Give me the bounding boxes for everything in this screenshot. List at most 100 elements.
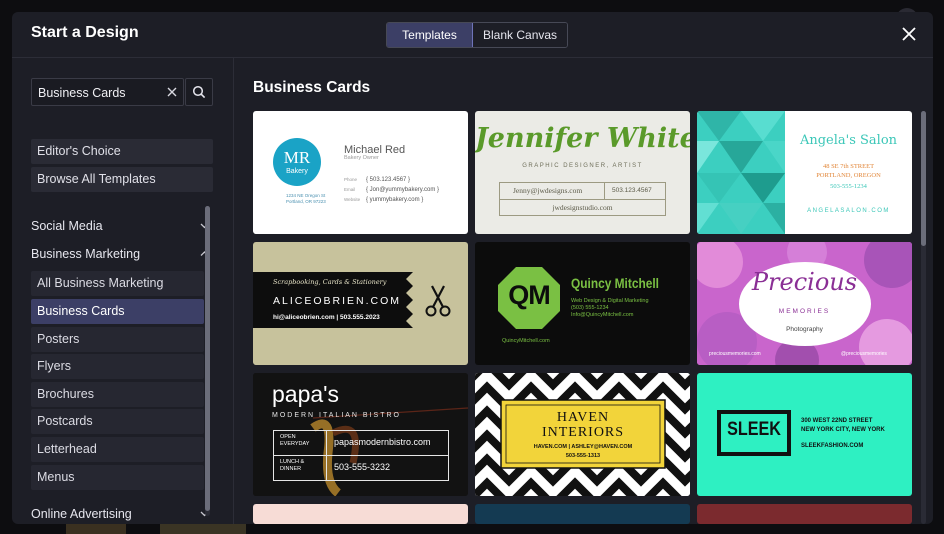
- mr-phone: { 503.123.4567 }: [366, 177, 411, 183]
- precious-website: preciousmemories.com: [709, 351, 761, 357]
- mr-logo-sub: Bakery: [286, 168, 308, 175]
- template-card-jennifer-white[interactable]: Jennifer White GRAPHIC DESIGNER, ARTIST …: [475, 111, 690, 234]
- sidebar-scrollbar[interactable]: [205, 206, 210, 516]
- qm-website: QuincyMitchell.com: [502, 338, 550, 344]
- start-design-dialog: Start a Design Templates Blank Canvas Ed…: [12, 12, 933, 524]
- search-input[interactable]: [38, 83, 156, 103]
- salon-city: PORTLAND, OREGON: [816, 172, 881, 179]
- search-button[interactable]: [185, 78, 213, 106]
- template-card-quincy-mitchell[interactable]: QM Quincy Mitchell Web Design & Digital …: [475, 242, 690, 365]
- dialog-header: Start a Design Templates Blank Canvas: [12, 12, 933, 58]
- haven-contact: HAVEN.COM | ASHLEY@HAVEN.COM: [533, 444, 633, 450]
- mr-website: { yummybakery.com }: [366, 197, 424, 203]
- papas-subtitle: MODERN ITALIAN BISTRO: [272, 412, 401, 419]
- template-gallery: Business Cards MR Bakery 1234 NE Oregon …: [234, 58, 933, 524]
- subcategory-flyers[interactable]: Flyers: [31, 354, 204, 379]
- alice-contact: hi@aliceobrien.com | 503.555.2023: [273, 314, 380, 321]
- tab-blank-canvas[interactable]: Blank Canvas: [473, 23, 568, 47]
- clear-search-icon[interactable]: [167, 84, 177, 100]
- category-label: Social Media: [31, 219, 103, 233]
- template-card-papas[interactable]: papa's MODERN ITALIAN BISTRO OPEN EVERYD…: [253, 373, 468, 496]
- qm-email: Info@QuincyMitchell.com: [571, 312, 634, 318]
- jw-divider: [604, 182, 605, 199]
- template-card-angelas-salon[interactable]: Angela's Salon 48 SE 7th STREET PORTLAND…: [697, 111, 912, 234]
- subcategory-all-business-marketing[interactable]: All Business Marketing: [31, 271, 204, 296]
- category-online-advertising[interactable]: Online Advertising: [31, 503, 209, 524]
- gallery-scroll-thumb[interactable]: [921, 111, 926, 246]
- sidebar-scroll-thumb[interactable]: [205, 206, 210, 511]
- category-business-marketing[interactable]: Business Marketing: [31, 243, 209, 265]
- salon-website: ANGELASALON.COM: [807, 208, 890, 214]
- mr-role: Bakery Owner: [344, 155, 379, 161]
- subcategory-posters[interactable]: Posters: [31, 327, 204, 352]
- papas-divider: [273, 455, 449, 456]
- gallery-scrollbar[interactable]: [921, 111, 926, 524]
- qm-name: Quincy Mitchell: [571, 275, 659, 291]
- mr-phone-label: Phone: [344, 177, 358, 182]
- papas-hours-2: LUNCH & DINNER: [280, 459, 305, 472]
- subcategory-business-cards[interactable]: Business Cards: [31, 299, 204, 324]
- sleek-logo-text: SLEEK: [727, 419, 781, 440]
- template-card-partial[interactable]: [697, 504, 912, 524]
- papas-hours-1: OPEN EVERYDAY: [280, 434, 310, 447]
- papas-website: papasmodernbistro.com: [334, 437, 431, 447]
- mr-email: { Jon@yummybakery.com }: [366, 187, 440, 193]
- category-social-media[interactable]: Social Media: [31, 215, 209, 237]
- category-label: Business Marketing: [31, 247, 141, 261]
- section-title: Business Cards: [253, 79, 371, 96]
- subcategory-menus[interactable]: Menus: [31, 465, 204, 490]
- haven-line-2: INTERIORS: [541, 425, 625, 440]
- papas-phone: 503-555-3232: [334, 462, 391, 472]
- salon-name: Angela's Salon: [799, 133, 898, 148]
- editors-choice-link[interactable]: Editor's Choice: [31, 139, 213, 164]
- precious-floral-background: [697, 242, 912, 365]
- precious-social: @preciousmemories: [841, 351, 887, 357]
- jw-divider: [499, 199, 666, 200]
- search-field: [31, 78, 184, 106]
- qm-phone: (503) 555-1234: [571, 305, 609, 311]
- haven-line-1: HAVEN: [556, 410, 610, 425]
- salon-street: 48 SE 7th STREET: [822, 163, 875, 170]
- mode-switch: Templates Blank Canvas: [386, 22, 569, 48]
- papas-divider: [326, 430, 327, 481]
- template-sidebar: Editor's Choice Browse All Templates Soc…: [12, 58, 234, 524]
- subcategory-brochures[interactable]: Brochures: [31, 382, 204, 407]
- template-card-precious-memories[interactable]: Precious MEMORIES Photography preciousme…: [697, 242, 912, 365]
- mr-email-label: Email: [344, 187, 356, 192]
- jw-email: Jenny@jwdesigns.com: [513, 186, 583, 195]
- salon-geometric-pattern: [697, 111, 785, 234]
- subcategory-letterhead[interactable]: Letterhead: [31, 437, 204, 462]
- jw-website: jwdesignstudio.com: [552, 203, 613, 212]
- jw-phone: 503.123.4567: [612, 187, 652, 194]
- papas-name: papa's: [272, 381, 340, 407]
- sleek-website: SLEEKFASHION.COM: [801, 443, 864, 449]
- template-card-alice-obrien[interactable]: Scrapbooking, Cards & Stationery ALICEOB…: [253, 242, 468, 365]
- dialog-title: Start a Design: [31, 24, 139, 41]
- browse-all-templates-link[interactable]: Browse All Templates: [31, 167, 213, 192]
- salon-phone: 503-555-1234: [830, 183, 867, 190]
- alice-tagline: Scrapbooking, Cards & Stationery: [273, 278, 387, 286]
- close-icon[interactable]: [899, 24, 919, 44]
- alice-ribbon-edge: [401, 272, 413, 328]
- jw-role: GRAPHIC DESIGNER, ARTIST: [522, 163, 643, 169]
- qm-role: Web Design & Digital Marketing: [571, 298, 649, 304]
- alice-website: ALICEOBRIEN.COM: [273, 295, 402, 307]
- template-card-haven-interiors[interactable]: HAVEN INTERIORS HAVEN.COM | ASHLEY@HAVEN…: [475, 373, 690, 496]
- template-card-mr-bakery[interactable]: MR Bakery 1234 NE Oregon St Portland, OR…: [253, 111, 468, 234]
- precious-role: Photography: [786, 326, 823, 333]
- template-card-partial[interactable]: [475, 504, 690, 524]
- mr-website-label: Website: [344, 197, 361, 202]
- category-label: Online Advertising: [31, 507, 132, 521]
- sleek-address-1: 300 WEST 22ND STREET: [801, 418, 873, 424]
- qm-logo-text: QM: [508, 280, 551, 310]
- template-card-partial[interactable]: [253, 504, 468, 524]
- scissors-icon: [425, 285, 451, 317]
- template-card-sleek[interactable]: SLEEK 300 WEST 22ND STREET NEW YORK CITY…: [697, 373, 912, 496]
- jw-name: Jennifer White: [475, 123, 690, 154]
- tab-templates[interactable]: Templates: [387, 23, 473, 47]
- precious-title: Precious: [751, 268, 858, 296]
- subcategory-postcards[interactable]: Postcards: [31, 409, 204, 434]
- mr-logo-text: MR: [283, 148, 311, 167]
- mr-address: 1234 NE Oregon St Portland, OR 97223: [286, 193, 326, 204]
- sleek-address-2: NEW YORK CITY, NEW YORK: [801, 427, 885, 433]
